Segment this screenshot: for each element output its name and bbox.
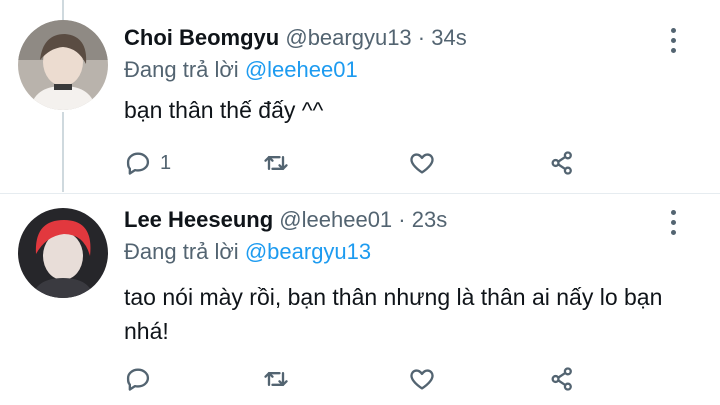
share-button[interactable] xyxy=(548,146,576,180)
action-bar xyxy=(124,362,594,396)
mention-link[interactable]: @beargyu13 xyxy=(245,239,371,264)
reply-icon xyxy=(126,152,150,175)
reply-button[interactable]: 1 xyxy=(124,146,171,180)
heart-icon xyxy=(410,369,434,390)
more-vertical-icon[interactable] xyxy=(664,26,684,56)
more-vertical-icon[interactable] xyxy=(664,208,684,238)
retweet-icon xyxy=(264,372,288,386)
timestamp[interactable]: · 23s xyxy=(398,207,447,232)
retweet-button[interactable] xyxy=(262,362,290,396)
avatar[interactable] xyxy=(18,20,108,110)
replying-to-label: Đang trả lời xyxy=(124,57,239,82)
reply-button[interactable] xyxy=(124,362,160,396)
thread-connector-top xyxy=(62,0,64,22)
share-button[interactable] xyxy=(548,362,576,396)
divider xyxy=(0,193,720,194)
mention-link[interactable]: @leehee01 xyxy=(245,57,358,82)
share-icon xyxy=(551,151,572,175)
tweet-text: tao nói mày rồi, bạn thân nhưng là thân … xyxy=(124,284,663,344)
retweet-button[interactable] xyxy=(262,146,290,180)
tweet-header: Lee Heeseung @leehee01 · 23s xyxy=(124,206,447,234)
display-name[interactable]: Lee Heeseung xyxy=(124,207,273,232)
retweet-icon xyxy=(264,156,288,170)
reply-count: 1 xyxy=(160,151,172,174)
thread-connector xyxy=(62,112,64,192)
like-button[interactable] xyxy=(408,362,436,396)
handle[interactable]: @leehee01 xyxy=(279,207,392,232)
tweet-header: Choi Beomgyu @beargyu13 · 34s xyxy=(124,24,467,52)
avatar[interactable] xyxy=(18,208,108,298)
replying-to-label: Đang trả lời xyxy=(124,239,239,264)
tweet-text: bạn thân thế đấy ^^ xyxy=(124,97,324,123)
timestamp[interactable]: · 34s xyxy=(418,25,467,50)
replying-to: Đang trả lời @leehee01 xyxy=(124,56,358,84)
heart-icon xyxy=(410,153,434,174)
display-name[interactable]: Choi Beomgyu xyxy=(124,25,279,50)
like-button[interactable] xyxy=(408,146,436,180)
action-bar: 1 xyxy=(124,146,594,180)
handle[interactable]: @beargyu13 xyxy=(285,25,411,50)
replying-to: Đang trả lời @beargyu13 xyxy=(124,238,371,266)
reply-icon xyxy=(126,368,150,391)
share-icon xyxy=(551,367,572,391)
